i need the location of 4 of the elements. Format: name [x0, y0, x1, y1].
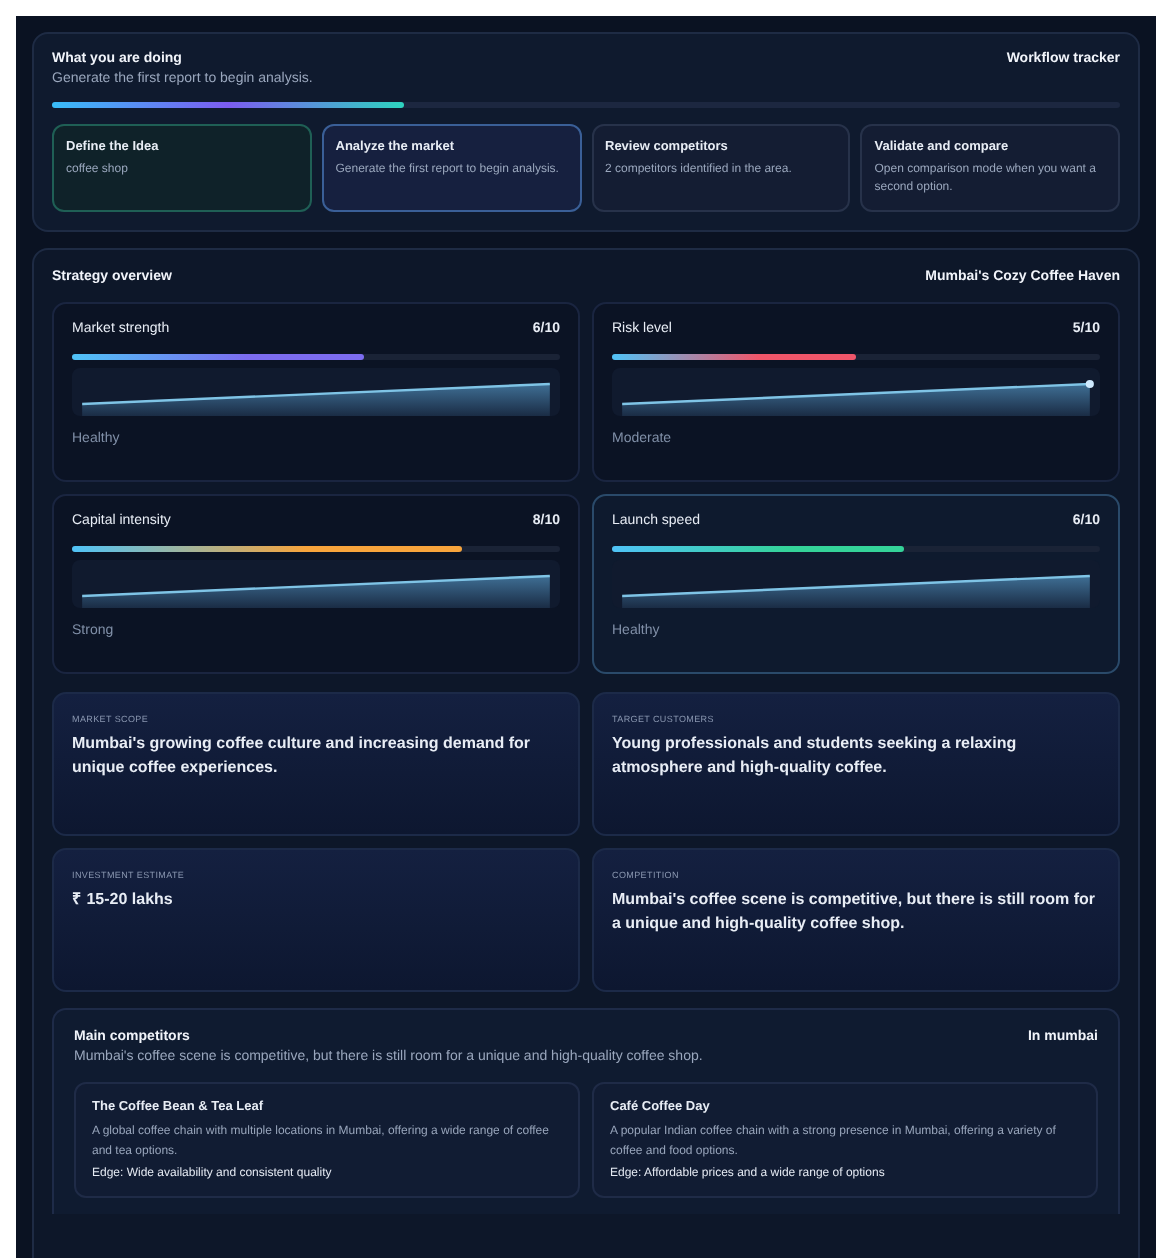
fact-text: Mumbai's coffee scene is competitive, but there is still room for a unique and high-quality coffee shop.: [612, 888, 1098, 936]
fact-text: ₹ 15-20 lakhs: [72, 888, 175, 912]
fact-text: Mumbai's growing coffee culture and increasing demand for unique coffee experiences.: [72, 732, 533, 780]
fact-text: Young professionals and students seeking a relaxing atmosphere and high-quality coffee.: [612, 732, 1019, 780]
